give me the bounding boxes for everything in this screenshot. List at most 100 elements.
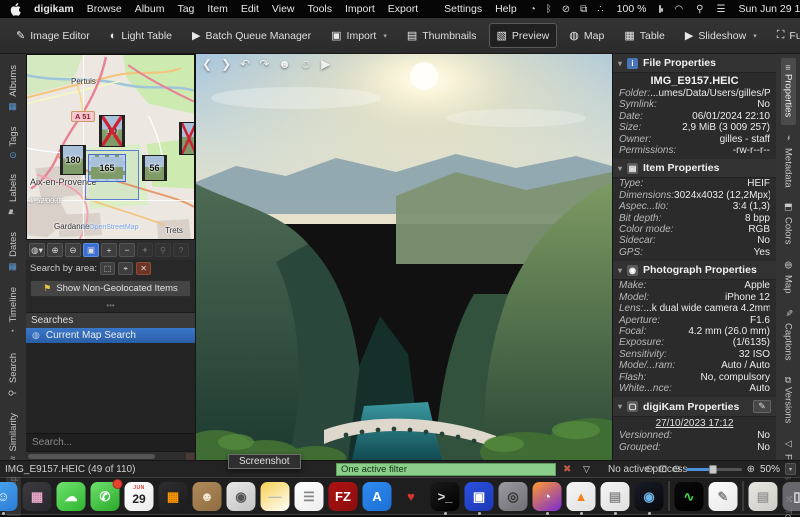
rotate-right-button[interactable]: ↷ xyxy=(259,57,269,71)
map-button[interactable]: ◍ Map ▾ xyxy=(561,23,612,48)
map-attribution[interactable]: © OpenStreetMap xyxy=(82,224,139,231)
dock-libreoffice[interactable]: ▤ xyxy=(601,482,630,511)
searches-filter-input[interactable]: Search... xyxy=(26,433,195,451)
photograph-properties-header[interactable]: ▾ ◉ Photograph Properties xyxy=(613,261,776,280)
pan-mode-button[interactable]: ✦ xyxy=(137,243,153,257)
fit-to-window-icon[interactable]: ⊡ xyxy=(659,464,667,475)
dock-window-activity[interactable]: ∿ xyxy=(675,482,704,511)
show-face-tags-button[interactable]: ☻ xyxy=(278,57,291,71)
apple-menu-icon[interactable] xyxy=(10,3,21,16)
dock-documents[interactable]: ▤ xyxy=(749,482,778,511)
dock-firefox[interactable]: ◔ xyxy=(533,482,562,511)
batch-queue-manager-button[interactable]: ▶ Batch Queue Manager ▾ xyxy=(184,23,319,48)
dock-notes[interactable]: — xyxy=(261,482,290,511)
region-from-icon-button[interactable]: ⌖ xyxy=(118,262,133,275)
map-photo-marker[interactable] xyxy=(179,122,195,155)
search-item-current-map-search[interactable]: ◍ Current Map Search xyxy=(26,328,195,343)
full-screen-button[interactable]: ⛶ Full Screen ▾ xyxy=(769,23,800,48)
add-face-tag-button[interactable]: ☺ xyxy=(300,57,312,71)
tab-colors[interactable]: ◧ Colors xyxy=(781,196,796,251)
menu-export[interactable]: Export xyxy=(388,3,418,15)
zoom-out-icon[interactable]: ⊖ xyxy=(645,464,653,475)
zoom-in-icon[interactable]: ⊕ xyxy=(747,464,755,475)
tab-map-right[interactable]: ◍ Map xyxy=(781,254,796,300)
tab-similarity[interactable]: ≈ Similarity xyxy=(6,406,21,467)
menu-settings[interactable]: Settings xyxy=(444,3,482,15)
tab-search[interactable]: ⚲ Search xyxy=(6,346,21,404)
dock-filezilla[interactable]: FZ xyxy=(329,482,358,511)
dock-messages[interactable]: ☁ xyxy=(57,482,86,511)
previous-image-button[interactable]: ❮ xyxy=(202,57,212,71)
show-non-geolocated-button[interactable]: ⚑ Show Non-Geolocated Items xyxy=(30,280,191,297)
zoom-slider-knob[interactable] xyxy=(709,465,717,474)
menu-help[interactable]: Help xyxy=(495,3,517,15)
dock-launchpad[interactable]: ▦ xyxy=(23,482,52,511)
time-machine-icon[interactable]: ◔ xyxy=(530,4,536,15)
map-backend-button[interactable]: ◍▾ xyxy=(29,243,45,257)
dock-digikam[interactable]: ◉ xyxy=(635,482,664,511)
import-button[interactable]: ▣ Import ▾ xyxy=(323,23,395,48)
dock-strawberry[interactable]: ♥ xyxy=(397,482,426,511)
map-photo-marker[interactable]: 180 xyxy=(60,145,86,175)
menu-import[interactable]: Import xyxy=(345,3,375,15)
filter-icon[interactable]: ▽ xyxy=(583,464,590,475)
tab-timeline[interactable]: ◔ Timeline xyxy=(6,280,21,344)
zoom-dropdown-button[interactable]: ▾ xyxy=(785,463,796,475)
tab-tags[interactable]: ⊙ Tags xyxy=(6,120,21,166)
map-photo-marker[interactable]: 165 xyxy=(89,155,125,181)
dock-vlc[interactable]: ▲ xyxy=(567,482,596,511)
tab-labels[interactable]: ⚑ Labels xyxy=(6,167,21,223)
increase-thumb-button[interactable]: + xyxy=(101,243,117,257)
rotate-left-button[interactable]: ↶ xyxy=(240,57,250,71)
clear-region-button[interactable]: ✕ xyxy=(136,262,151,275)
menu-album[interactable]: Album xyxy=(135,3,165,15)
reset-filters-icon[interactable]: ✖ xyxy=(563,464,571,475)
digikam-properties-header[interactable]: ▾ ▢ digiKam Properties ✎ xyxy=(613,397,776,417)
tab-properties[interactable]: ≡ Properties xyxy=(781,58,796,125)
dock-lens-gray-app[interactable]: ◎ xyxy=(499,482,528,511)
wifi-icon[interactable]: ◠ xyxy=(674,4,683,15)
dock-divider-1[interactable] xyxy=(669,481,670,511)
menu-edit[interactable]: Edit xyxy=(241,3,259,15)
thumbnails-on-map-button[interactable]: ▣ xyxy=(83,243,99,257)
panel-splitter-handle[interactable]: ••• xyxy=(26,300,195,312)
dock-divider-2[interactable] xyxy=(743,481,744,511)
menu-tools[interactable]: Tools xyxy=(308,3,333,15)
next-image-button[interactable]: ❯ xyxy=(221,57,231,71)
tab-dates[interactable]: ▦ Dates xyxy=(6,225,21,278)
edit-properties-button[interactable]: ✎ xyxy=(753,400,771,413)
menu-digikam[interactable]: digikam xyxy=(34,3,74,15)
tab-versions[interactable]: ⧉ Versions xyxy=(781,370,796,431)
dock-blue-squares-app[interactable]: ▣ xyxy=(465,482,494,511)
zoom-in-map-button[interactable]: ⊕ xyxy=(47,243,63,257)
image-preview[interactable]: ❮ ❯ ↶ ↷ ☻ ☺ ▶ xyxy=(196,54,612,460)
image-editor-button[interactable]: ✎ Image Editor ▾ xyxy=(8,23,98,48)
menu-item[interactable]: Item xyxy=(207,3,227,15)
menu-view[interactable]: View xyxy=(272,3,295,15)
display-mirroring-icon[interactable]: ⧉ xyxy=(580,4,587,15)
dock-reminders[interactable]: ☰ xyxy=(295,482,324,511)
item-properties-header[interactable]: ▾ ▤ Item Properties xyxy=(613,159,776,178)
dock-contacts[interactable]: ☻ xyxy=(193,482,222,511)
preview-button[interactable]: ▧ Preview ▾ xyxy=(489,23,558,48)
map-photo-marker[interactable]: 56 xyxy=(142,155,167,181)
menubar-clock[interactable]: Sun Jun 29 16:10 xyxy=(738,3,800,15)
map-photo-marker[interactable]: 10 xyxy=(99,115,125,147)
slideshow-button[interactable]: ▶ Slideshow ▾ xyxy=(677,23,765,48)
slideshow-play-button[interactable]: ▶ xyxy=(321,57,330,71)
battery-icon[interactable] xyxy=(659,5,661,13)
scrollbar-arrow[interactable] xyxy=(186,453,194,460)
tab-captions[interactable]: ✎ Captions xyxy=(781,302,796,368)
map-widget[interactable]: PertuisAix-en-ProvenceGardanneTrets A 51… xyxy=(26,54,195,240)
zoom-percentage[interactable]: 50% xyxy=(760,464,780,475)
stage-manager-icon[interactable]: ∴ xyxy=(597,4,603,15)
tab-metadata[interactable]: ⌁ Metadata xyxy=(781,127,796,195)
table-button[interactable]: ▦ Table ▾ xyxy=(616,23,673,48)
zoom-out-map-button[interactable]: ⊖ xyxy=(65,243,81,257)
control-center-icon[interactable]: ☰ xyxy=(717,4,726,15)
menu-tag[interactable]: Tag xyxy=(177,3,194,15)
mic-muted-icon[interactable]: ⊘ xyxy=(562,4,570,15)
horizontal-scrollbar[interactable] xyxy=(26,451,195,460)
dock-app-store[interactable]: A xyxy=(363,482,392,511)
map-help-button[interactable]: ? xyxy=(173,243,189,257)
